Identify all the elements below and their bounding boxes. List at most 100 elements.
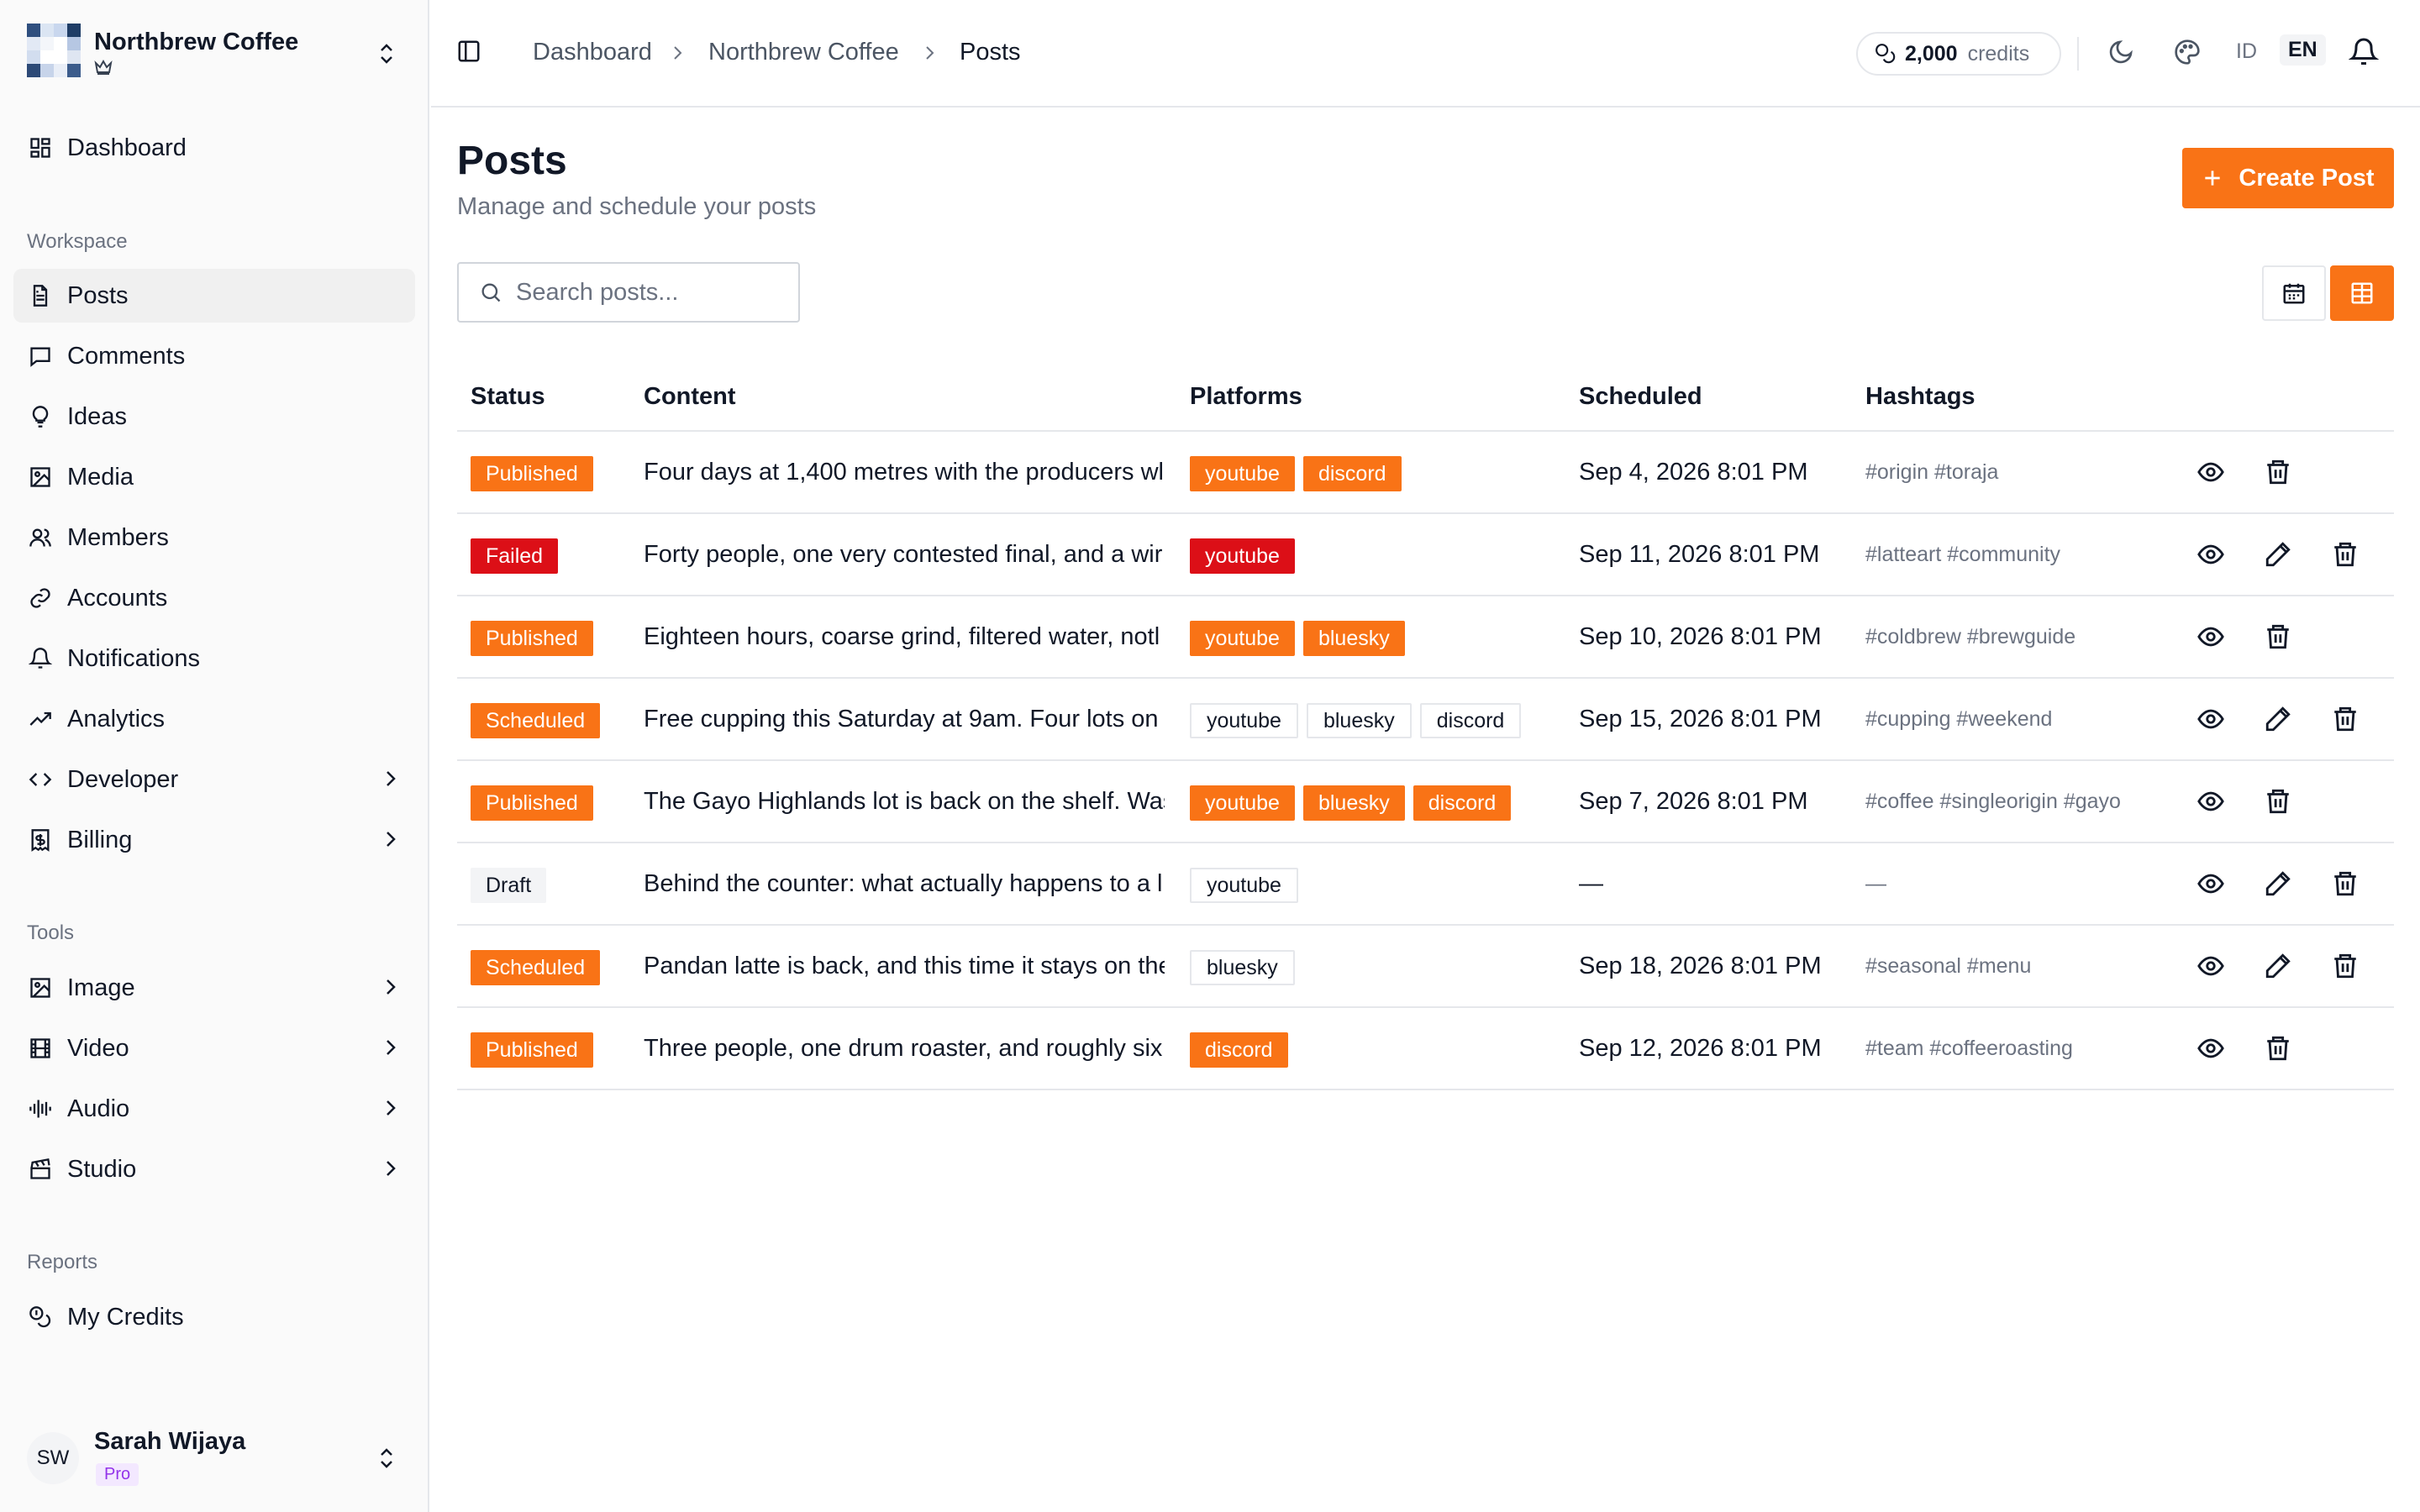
sidebar-item-studio[interactable]: Studio [13, 1142, 415, 1196]
receipt-icon [27, 827, 54, 853]
scheduled-date: Sep 12, 2026 8:01 PM [1579, 1035, 1822, 1062]
sidebar-item-video[interactable]: Video [13, 1021, 415, 1075]
trash-icon[interactable] [2331, 540, 2360, 569]
sidebar: Northbrew Coffee Dashboard Workspace Pos… [0, 0, 429, 1512]
search-icon [479, 281, 502, 304]
bell-icon[interactable] [2349, 37, 2379, 67]
table-row[interactable]: Published Four days at 1,400 metres with … [457, 432, 2394, 514]
post-content: Pandan latte is back, and this time it s… [644, 953, 1165, 979]
sidebar-item-dashboard[interactable]: Dashboard [13, 121, 415, 175]
platform-chip: discord [1302, 456, 1402, 491]
sidebar-item-comments[interactable]: Comments [13, 329, 415, 383]
trash-icon[interactable] [2264, 787, 2292, 816]
table-row[interactable]: Draft Behind the counter: what actually h… [457, 843, 2394, 926]
sidebar-item-members[interactable]: Members [13, 511, 415, 564]
sidebar-item-posts[interactable]: Posts [13, 269, 415, 323]
eye-icon[interactable] [2196, 458, 2225, 486]
table-row[interactable]: Scheduled Free cupping this Saturday at 9… [457, 679, 2394, 761]
platform-list: youtube bluesky discord [1190, 703, 1529, 738]
eye-icon[interactable] [2196, 705, 2225, 733]
table-row[interactable]: Failed Forty people, one very contested f… [457, 514, 2394, 596]
eye-icon[interactable] [2196, 540, 2225, 569]
sidebar-item-billing[interactable]: Billing [13, 813, 415, 867]
column-header-scheduled: Scheduled [1579, 383, 1702, 410]
palette-icon[interactable] [2174, 39, 2201, 66]
create-post-button[interactable]: Create Post [2182, 148, 2394, 208]
sidebar-item-label: Studio [67, 1155, 137, 1183]
workspace-switcher[interactable]: Northbrew Coffee [27, 24, 405, 84]
table-row[interactable]: Published Eighteen hours, coarse grind, f… [457, 596, 2394, 679]
user-menu[interactable]: SW Sarah Wijaya Pro [27, 1425, 405, 1492]
trash-icon[interactable] [2264, 458, 2292, 486]
hashtags: — [1865, 872, 1886, 895]
trash-icon[interactable] [2331, 952, 2360, 980]
user-name: Sarah Wijaya [94, 1428, 246, 1455]
sidebar-item-label: Audio [67, 1095, 130, 1122]
sidebar-item-label: My Credits [67, 1303, 184, 1331]
eye-icon[interactable] [2196, 622, 2225, 651]
pencil-icon[interactable] [2264, 869, 2292, 898]
breadcrumb-dashboard[interactable]: Dashboard [533, 39, 652, 66]
sidebar-item-notifications[interactable]: Notifications [13, 632, 415, 685]
table-row[interactable]: Published The Gayo Highlands lot is back … [457, 761, 2394, 843]
pencil-icon[interactable] [2264, 705, 2292, 733]
chevrons-up-down-icon [376, 1445, 397, 1472]
link-icon [27, 585, 54, 612]
credits-pill[interactable]: 2,000 credits [1856, 32, 2061, 76]
eye-icon[interactable] [2196, 1034, 2225, 1063]
pencil-icon[interactable] [2264, 952, 2292, 980]
table-view-button[interactable] [2330, 265, 2394, 321]
hashtags: #coffee #singleorigin #gayo [1865, 790, 2121, 813]
sidebar-item-media[interactable]: Media [13, 450, 415, 504]
sidebar-item-label: Comments [67, 342, 186, 370]
sidebar-item-developer[interactable]: Developer [13, 753, 415, 806]
eye-icon[interactable] [2196, 787, 2225, 816]
table-icon [2349, 281, 2375, 306]
platform-list: youtube discord [1190, 456, 1410, 491]
sidebar-item-label: Media [67, 463, 134, 491]
breadcrumb-workspace[interactable]: Northbrew Coffee [708, 39, 899, 66]
breadcrumb-current: Posts [960, 39, 1021, 66]
calendar-view-button[interactable] [2262, 265, 2326, 321]
pencil-icon[interactable] [2264, 540, 2292, 569]
sidebar-item-ideas[interactable]: Ideas [13, 390, 415, 444]
lang-en-button[interactable]: EN [2280, 34, 2326, 66]
trash-icon[interactable] [2264, 1034, 2292, 1063]
search-input[interactable] [516, 278, 785, 307]
table-row[interactable]: Published Three people, one drum roaster,… [457, 1008, 2394, 1090]
sidebar-item-label: Video [67, 1034, 129, 1062]
sidebar-item-audio[interactable]: Audio [13, 1082, 415, 1136]
post-content: Free cupping this Saturday at 9am. Four … [644, 706, 1159, 732]
sidebar-item-analytics[interactable]: Analytics [13, 692, 415, 746]
chevron-right-icon [383, 828, 398, 850]
sidebar-item-label: Accounts [67, 584, 168, 612]
eye-icon[interactable] [2196, 869, 2225, 898]
moon-icon[interactable] [2107, 39, 2134, 66]
sidebar-item-label: Posts [67, 281, 129, 309]
trash-icon[interactable] [2331, 705, 2360, 733]
column-header-content: Content [644, 383, 736, 410]
trash-icon[interactable] [2331, 869, 2360, 898]
eye-icon[interactable] [2196, 952, 2225, 980]
table-header: Status Content Platforms Scheduled Hasht… [457, 365, 2394, 432]
table-row[interactable]: Scheduled Pandan latte is back, and this … [457, 926, 2394, 1008]
sidebar-item-label: Ideas [67, 402, 127, 430]
chevrons-up-down-icon [376, 40, 397, 67]
lang-id-button[interactable]: ID [2236, 39, 2257, 64]
scheduled-date: Sep 10, 2026 8:01 PM [1579, 623, 1822, 650]
trash-icon[interactable] [2264, 622, 2292, 651]
search-box[interactable] [457, 262, 800, 323]
post-content: Behind the counter: what actually happen… [644, 870, 1163, 897]
platform-list: youtube bluesky [1190, 621, 1413, 656]
sidebar-item-accounts[interactable]: Accounts [13, 571, 415, 625]
platform-chip: discord [1190, 1032, 1288, 1068]
divider [2077, 37, 2079, 71]
sidebar-item-image[interactable]: Image [13, 961, 415, 1015]
sidebar-item-label: Dashboard [67, 134, 187, 161]
sidebar-item-my-credits[interactable]: My Credits [13, 1290, 415, 1344]
scheduled-date: Sep 11, 2026 8:01 PM [1579, 541, 1820, 568]
sidebar-toggle-icon[interactable] [456, 39, 481, 64]
section-label-workspace: Workspace [27, 230, 128, 253]
column-header-hashtags: Hashtags [1865, 383, 1975, 410]
status-badge: Draft [471, 868, 547, 903]
